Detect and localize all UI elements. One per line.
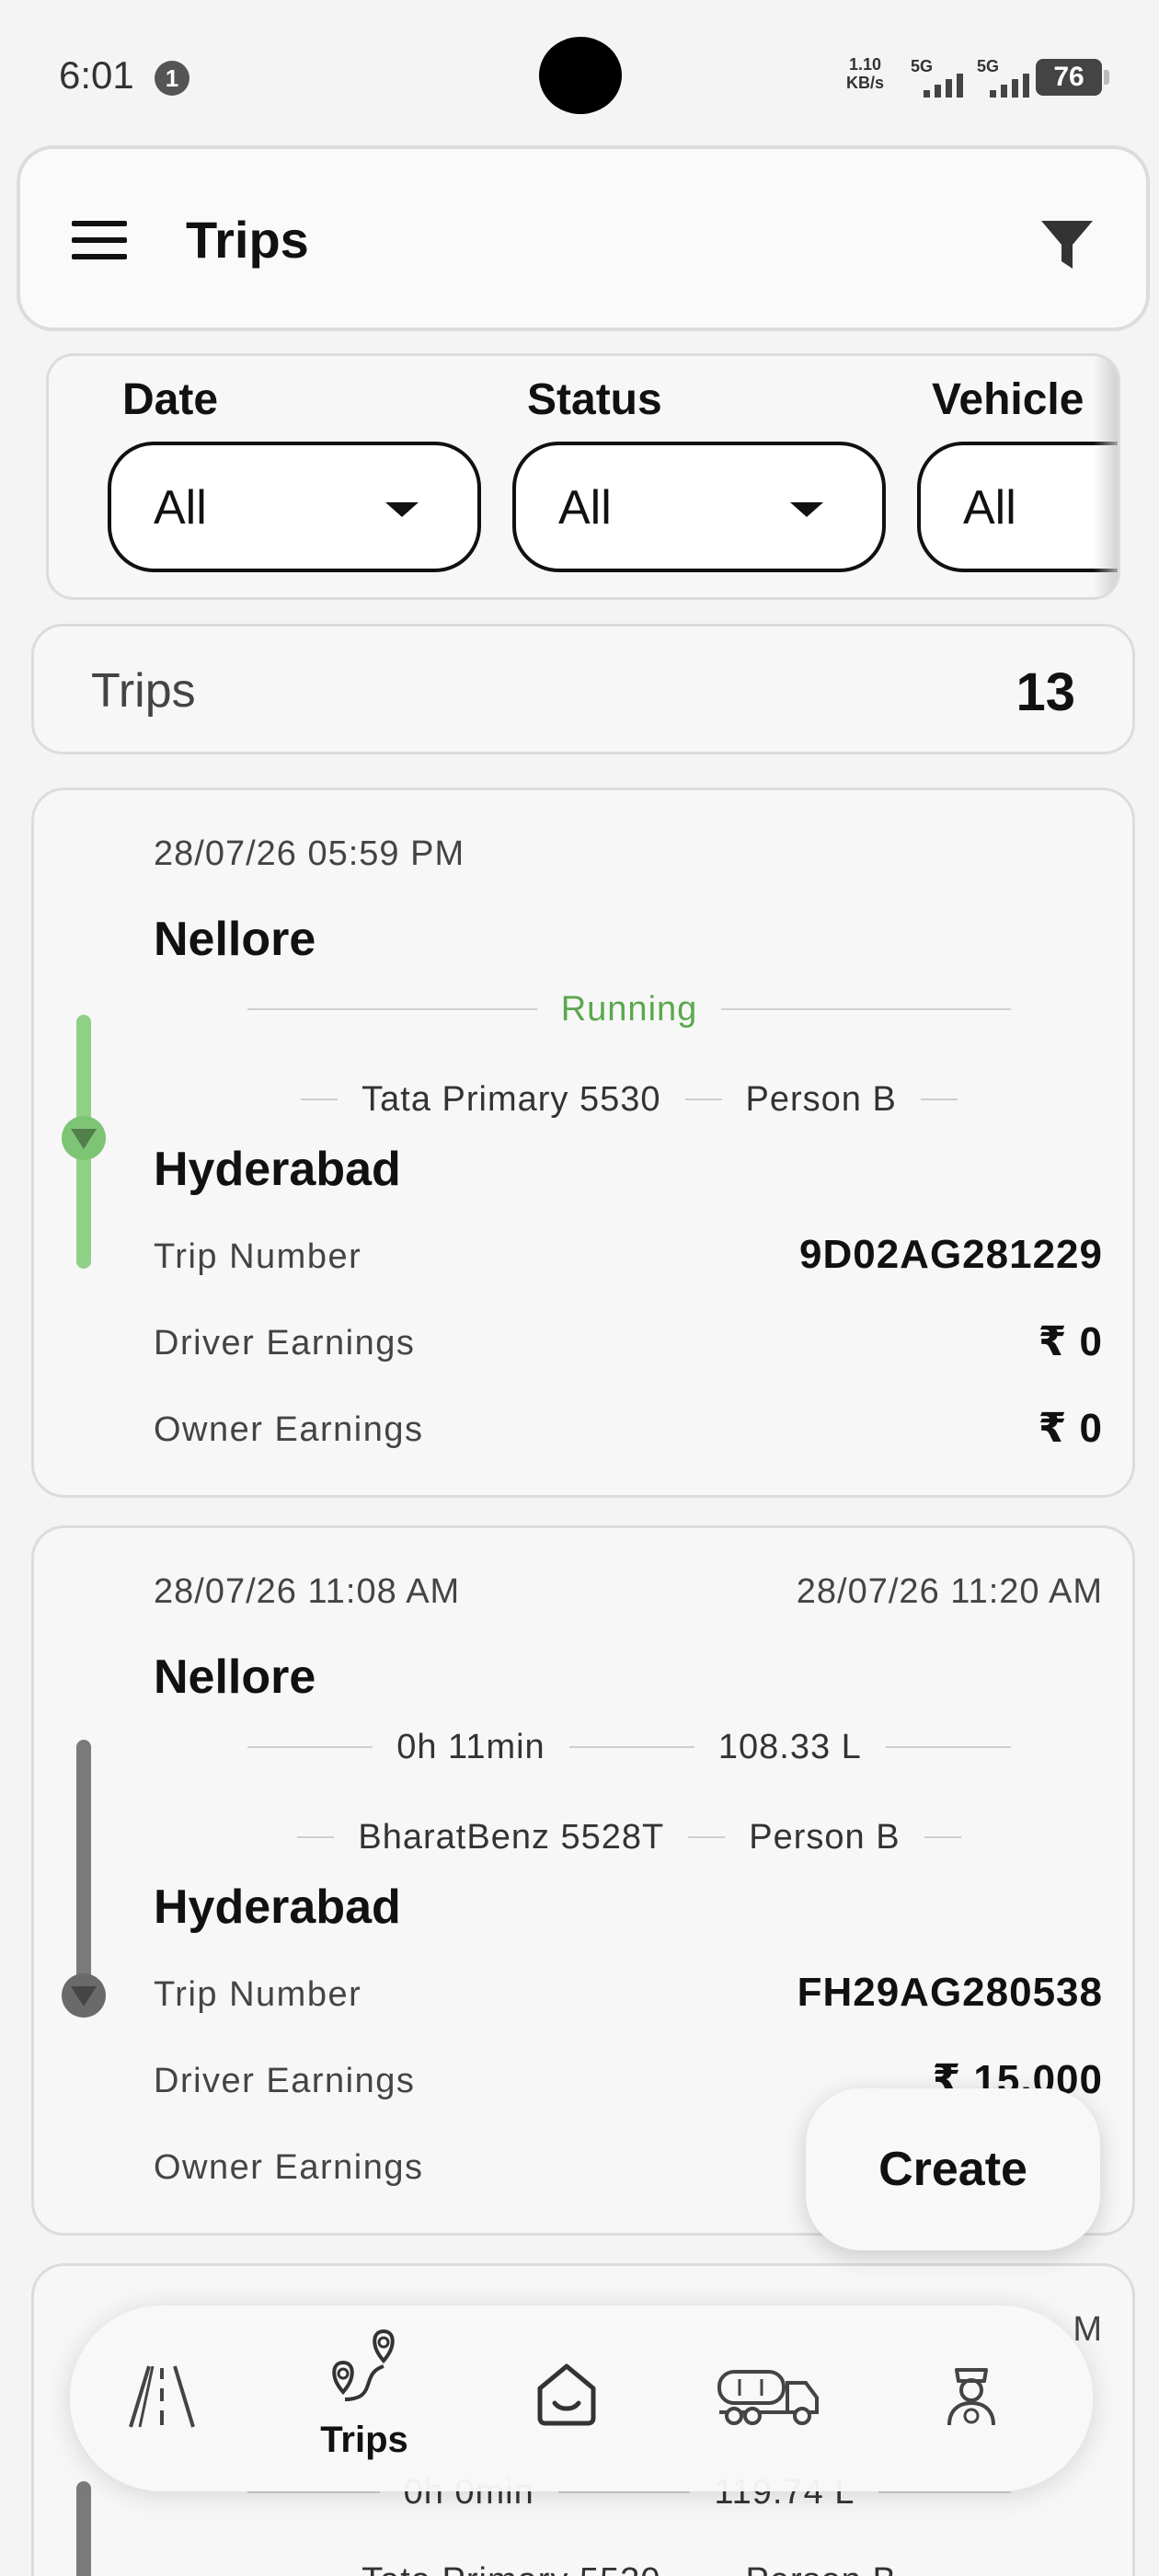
battery-icon: 76	[1036, 59, 1109, 96]
vehicle-filter-select[interactable]: All	[917, 442, 1118, 572]
trip-number-row: Trip Number 9D02AG281229	[154, 1232, 1103, 1287]
app-bar: Trips	[17, 145, 1150, 331]
nav-item-vehicles[interactable]	[677, 2306, 861, 2491]
nav-item-drivers[interactable]	[879, 2306, 1063, 2491]
driver-earnings-label: Driver Earnings	[154, 1324, 416, 1363]
nav-item-road[interactable]	[70, 2306, 254, 2491]
trip-end-time: 28/07/26 11:20 AM	[796, 1572, 1103, 1611]
chevron-down-icon	[790, 502, 823, 517]
trip-card[interactable]: 28/07/26 05:59 PM Nellore Running Tata P…	[31, 788, 1135, 1498]
date-filter-label: Date	[122, 375, 219, 424]
trip-vehicle: Tata Primary 5530	[361, 1079, 661, 1119]
owner-earnings-label: Owner Earnings	[154, 1410, 424, 1449]
trip-fuel: 108.33 L	[717, 1727, 862, 1766]
status-time: 6:01	[59, 53, 134, 97]
trip-progress-dot-icon	[62, 1973, 106, 2018]
vehicle-filter-value: All	[963, 481, 1016, 535]
trip-vehicle-line: BharatBenz 5528T Person B	[247, 1811, 1011, 1863]
summary-count: 13	[1016, 662, 1075, 722]
trip-stats-line: 0h 11min 108.33 L	[247, 1721, 1011, 1773]
trip-vehicle: Tata Primary 5530	[338, 2561, 684, 2576]
network-speed-unit: KB/s	[846, 74, 885, 92]
driver-earnings-row: Driver Earnings ₹ 0	[154, 1318, 1103, 1374]
trip-driver: Person B	[749, 1817, 901, 1857]
trip-duration: 0h 11min	[396, 1727, 545, 1766]
trip-start-time: 28/07/26 11:08 AM	[154, 1572, 461, 1611]
owner-earnings-label: Owner Earnings	[154, 2148, 424, 2187]
trip-number-label: Trip Number	[154, 1975, 362, 2014]
trip-progress-track	[76, 2481, 91, 2576]
menu-icon[interactable]	[72, 221, 127, 261]
trip-progress-track	[76, 1740, 91, 1994]
nav-label-trips: Trips	[320, 2420, 408, 2460]
trip-vehicle: BharatBenz 5528T	[358, 1817, 665, 1857]
trip-driver: Person B	[745, 1079, 897, 1119]
summary-label: Trips	[91, 664, 196, 718]
trip-driver: Person B	[722, 2561, 921, 2576]
trip-vehicle-line: Tata Primary 5530 Person B	[247, 2555, 1011, 2576]
status-bar: 6:01 1 1.10 KB/s 5G 5G 76	[0, 0, 1159, 147]
status-filter-value: All	[558, 481, 612, 535]
signal-1-icon: 5G	[911, 57, 975, 98]
scroll-fade	[1094, 356, 1118, 597]
chevron-down-icon	[385, 502, 419, 517]
date-filter-value: All	[154, 481, 207, 535]
status-filter-select[interactable]: All	[512, 442, 886, 572]
filter-icon[interactable]	[1039, 217, 1095, 272]
trips-summary: Trips 13	[31, 624, 1135, 754]
trip-number-label: Trip Number	[154, 1237, 362, 1276]
date-filter: Date All	[108, 374, 481, 572]
trip-progress-dot-icon	[62, 1116, 106, 1160]
vehicle-filter-label: Vehicle	[932, 375, 1084, 424]
notification-badge-icon: 1	[155, 61, 189, 96]
trip-origin: Nellore	[154, 1650, 316, 1704]
status-filter: Status All	[512, 374, 886, 572]
trip-end-time: M	[1073, 2310, 1103, 2349]
page-title: Trips	[186, 211, 309, 269]
trip-number-row: Trip Number FH29AG280538	[154, 1970, 1103, 2025]
trip-start-time: 28/07/26 05:59 PM	[154, 834, 465, 873]
trip-number-value: FH29AG280538	[797, 1970, 1103, 2015]
trip-vehicle-line: Tata Primary 5530 Person B	[247, 1074, 1011, 1125]
date-filter-select[interactable]: All	[108, 442, 481, 572]
bottom-nav: Trips	[70, 2306, 1093, 2491]
nav-item-trips[interactable]: Trips	[272, 2306, 456, 2491]
trip-origin: Nellore	[154, 913, 316, 966]
driver-earnings-label: Driver Earnings	[154, 2062, 416, 2100]
route-pins-icon	[332, 2329, 395, 2401]
camera-cutout	[539, 37, 622, 114]
trip-destination: Hyderabad	[154, 1143, 401, 1196]
home-smile-icon	[537, 2363, 596, 2426]
network-speed: 1.10 KB/s	[846, 55, 884, 92]
trip-status-line: Running	[247, 983, 1011, 1035]
road-icon	[129, 2365, 195, 2428]
owner-earnings-row: Owner Earnings ₹ 0	[154, 1405, 1103, 1460]
trip-number-value: 9D02AG281229	[798, 1232, 1103, 1277]
owner-earnings-value: ₹ 0	[1038, 1406, 1103, 1451]
nav-item-home[interactable]	[475, 2306, 659, 2491]
trip-destination: Hyderabad	[154, 1880, 401, 1934]
trip-status: Running	[560, 989, 698, 1029]
signal-2-icon: 5G	[977, 57, 1041, 98]
filters-bar: Date All Status All Vehicle All	[46, 353, 1120, 600]
driver-earnings-value: ₹ 0	[1038, 1319, 1103, 1364]
create-trip-button[interactable]: Create	[806, 2088, 1100, 2250]
tanker-truck-icon	[717, 2370, 819, 2425]
vehicle-filter: Vehicle All	[917, 374, 1118, 572]
network-speed-value: 1.10	[848, 55, 882, 74]
status-filter-label: Status	[527, 375, 662, 424]
driver-icon	[947, 2368, 995, 2426]
